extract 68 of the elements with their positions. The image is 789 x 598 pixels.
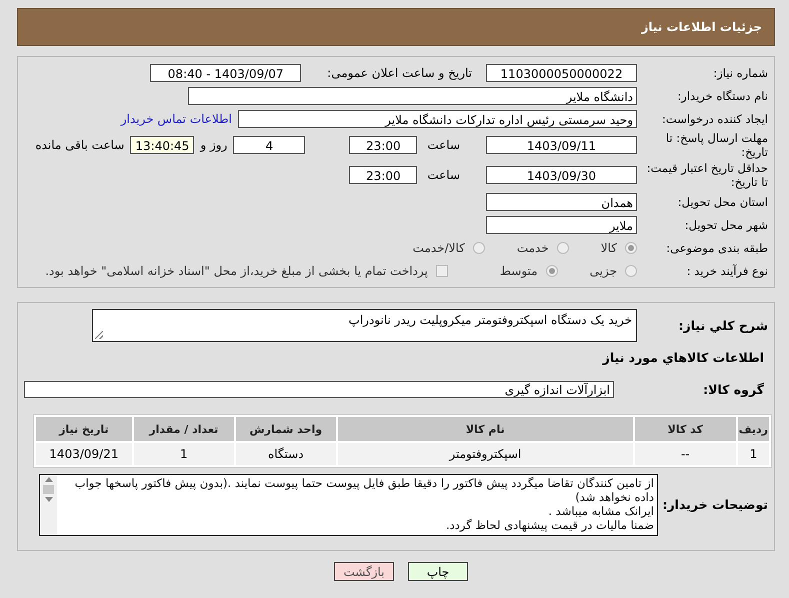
countdown-field[interactable]: 13:40:45 [130,136,194,154]
field-label: شهر محل تحویل: [684,218,769,232]
field-label: حداقل تاریخ اعتبار قیمت: تا تاریخ: [646,161,769,189]
description-text: خرید یک دستگاه اسپکتروفتومتر میکروپلیت ریدر نانودراپ [348,313,632,327]
field-label: شرح کلي نياز: [678,318,769,332]
radio-button[interactable] [625,264,637,276]
goods-group-field[interactable]: ابزارآلات اندازه گیری [24,381,614,398]
field-label: ساعت باقی مانده [35,138,124,152]
radio-button[interactable] [625,242,637,254]
radio-button[interactable] [556,242,569,254]
checkbox-label: پرداخت تمام یا بخشی از مبلغ خرید،از محل "اسناد خزانه اسلامی" خواهد بود. [45,264,428,278]
text-field[interactable]: 23:00 [349,166,418,184]
text-field[interactable]: 1403/09/07 - 08:40 [150,64,302,82]
text-field[interactable]: 23:00 [349,136,418,154]
column-header: تعداد / مقدار [134,417,234,441]
column-header: کد کالا [634,417,736,441]
text-field[interactable]: 1103000050000022 [486,64,637,82]
table-cell: -- [634,443,736,465]
field-label: ایجاد کننده درخواست: [661,112,769,126]
column-header: نام کالا [338,417,633,441]
scroll-thumb [43,485,54,494]
notes-line: از تامین کنندگان تقاضا میگردد پیش فاکتور را دقیقا طبق فایل پیوست حتما پیوست نمایند .(بدون پیش فاکتور پاسخها جواب داده نخواهد شد) [74,476,654,504]
text-field[interactable]: همدان [486,192,637,210]
option-label: جزیی [590,264,617,278]
field-label: نوع فرآیند خرید : [686,264,769,278]
section-title: اطلاعات كالاهاي مورد نياز [601,349,765,367]
text-field[interactable]: وحید سرمستی رئیس اداره تدارکات دانشگاه ملایر [238,110,637,128]
option-label: كالا [600,240,617,254]
option-label: كالا/خدمت [412,240,465,254]
text-field[interactable]: 1403/09/30 [486,166,637,184]
text-field[interactable]: 1403/09/11 [486,136,637,154]
notes-line: ایرانک مشابه میباشد . [547,504,654,518]
resize-grip-icon [95,331,103,339]
radio-button[interactable] [546,264,558,276]
field-label: تاریخ و ساعت اعلان عمومی: [327,66,472,80]
column-header: تاریخ نیاز [36,417,132,441]
text-field[interactable]: دانشگاه ملایر [188,86,637,104]
table-cell: 1403/09/21 [36,443,132,465]
print-button[interactable]: چاپ [408,562,468,581]
field-label: طبقه بندی موضوعی: [665,240,769,254]
field-label: گروه کالا: [702,382,765,396]
field-label: شماره نیاز: [712,66,769,80]
page-title: جزئیات اطلاعات نیاز [641,20,762,34]
description-field[interactable]: خرید یک دستگاه اسپکتروفتومتر میکروپلیت ریدر نانودراپ [92,309,637,342]
field-label: ساعت [427,138,460,152]
table-cell: دستگاه [236,443,336,465]
notes-line: ضمنا مالیات در قیمت پیشنهادی لحاظ گردد. [445,518,654,532]
text-field[interactable]: 4 [233,136,306,154]
scroll-down-icon [44,497,52,502]
field-label: روز و [200,138,228,152]
checkbox[interactable] [436,264,448,276]
table-cell: 1 [134,443,234,465]
column-header: ردیف [738,417,769,441]
table-cell: 1 [738,443,769,465]
radio-button[interactable] [472,242,485,254]
field-label: نام دستگاه خریدار: [676,88,769,102]
field-label: ساعت [427,168,460,182]
table-cell: اسپکتروفتومتر [338,443,633,465]
field-label: توضیحات خریدار: [661,498,769,512]
option-label: متوسط [500,264,538,278]
notes-field[interactable]: از تامین کنندگان تقاضا میگردد پیش فاکتور را دقیقا طبق فایل پیوست حتما پیوست نمایند .(بدون پیش فاکتور پاسخها جواب داده نخواهد شد) ایرانک مشابه میباشد . ضمنا مالیات در قیمت پیشنهادی لحاظ گردد. [39,474,658,536]
column-header: واحد شمارش [236,417,336,441]
field-label: استان محل تحویل: [676,194,769,208]
back-button[interactable]: بازگشت [334,562,394,581]
option-label: خدمت [516,240,549,254]
field-label: مهلت ارسال پاسخ: تا تاریخ: [664,131,769,159]
contact-link[interactable]: اطلاعات تماس خریدار [120,112,232,126]
text-field[interactable]: ملایر [486,216,637,234]
